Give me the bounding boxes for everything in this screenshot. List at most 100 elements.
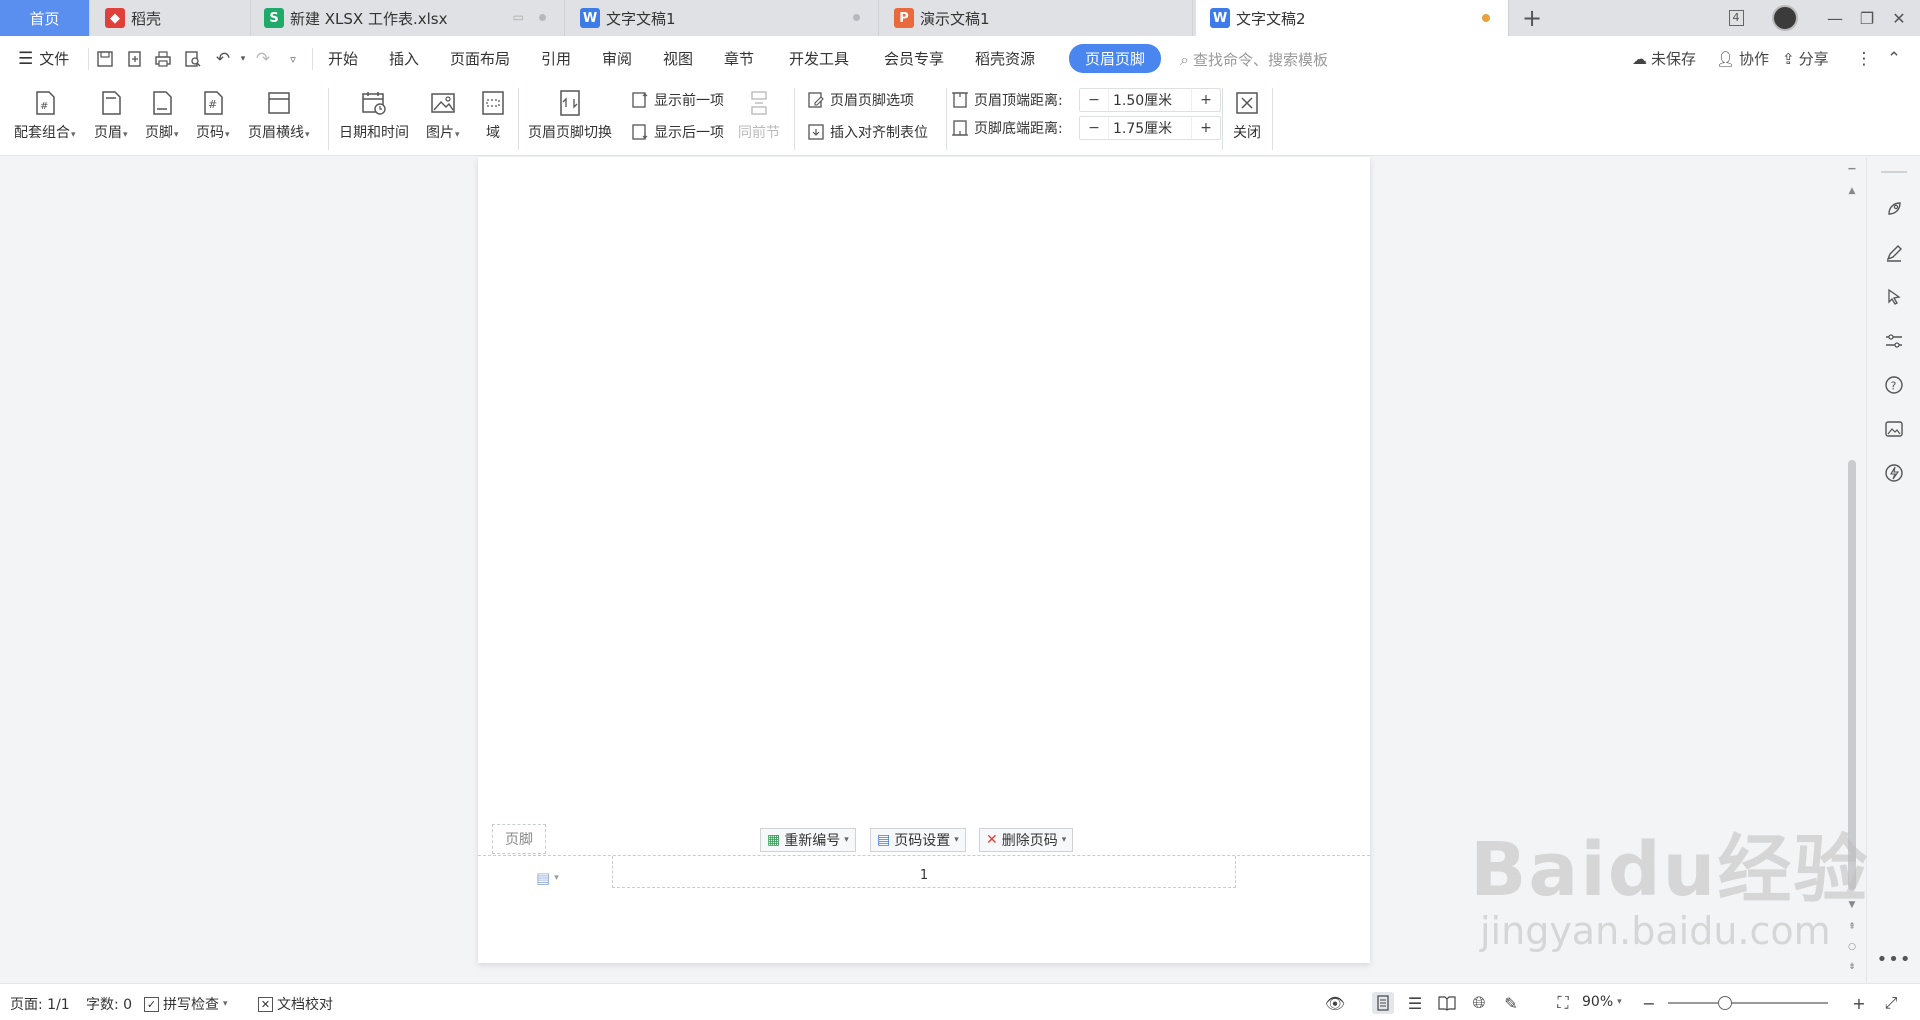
header-button[interactable]: 页眉▾ <box>94 88 128 142</box>
header-top-distance-input[interactable]: 1.50厘米 <box>1108 89 1192 111</box>
undo-dropdown-icon[interactable]: ▾ <box>232 48 254 70</box>
word-count[interactable]: 字数: 0 <box>86 994 132 1014</box>
picture-button[interactable]: 图片▾ <box>426 88 460 142</box>
reading-view-icon[interactable] <box>1436 992 1458 1014</box>
footer-button[interactable]: 页脚▾ <box>145 88 179 142</box>
scroll-up-icon[interactable]: ▲ <box>1845 186 1859 196</box>
document-page[interactable]: 页脚 ▦ 重新编号 ▾ ▤ 页码设置 ▾ ✕ 删除页码 ▾ ▤ ▾ 1 <box>478 157 1370 963</box>
restore-button[interactable]: ❐ <box>1852 0 1882 36</box>
tab-writer-1[interactable]: W 文字文稿1 <box>566 0 879 36</box>
tab-writer-2[interactable]: W 文字文稿2 <box>1196 0 1509 36</box>
document-proofread-button[interactable]: ✕ 文档校对 <box>258 994 333 1014</box>
spell-check-button[interactable]: ✓ 拼写检查 ▾ <box>144 994 228 1014</box>
combo-button[interactable]: # 配套组合▾ <box>14 88 76 142</box>
save-icon[interactable] <box>94 48 116 70</box>
menu-insert[interactable]: 插入 <box>389 48 419 69</box>
print-preview-icon[interactable] <box>182 48 204 70</box>
zoom-slider[interactable] <box>1668 996 1828 1010</box>
more-icon[interactable]: ⋮ <box>1853 48 1875 70</box>
close-window-button[interactable]: ✕ <box>1884 0 1914 36</box>
footer-bottom-distance-input[interactable]: 1.75厘米 <box>1108 117 1192 139</box>
decrease-button[interactable]: − <box>1080 89 1108 111</box>
more-options-icon[interactable]: ••• <box>1877 947 1911 971</box>
page-number-frame[interactable]: 1 <box>612 856 1236 888</box>
header-footer-options-button[interactable]: 页眉页脚选项 <box>806 90 914 110</box>
rocket-icon[interactable] <box>1882 197 1906 221</box>
page-indicator[interactable]: 页面: 1/1 <box>10 994 70 1014</box>
scroll-top-icon[interactable]: ▁ <box>1845 160 1859 170</box>
datetime-label: 日期和时间 <box>339 125 409 141</box>
chevron-down-icon: ▾ <box>1617 997 1622 1007</box>
close-header-footer-button[interactable]: 关闭 <box>1232 88 1262 142</box>
tab-home[interactable]: 首页 <box>0 0 90 36</box>
help-icon[interactable]: ? <box>1882 373 1906 397</box>
web-view-icon[interactable]: 🌐︎ <box>1468 992 1490 1014</box>
menu-header-footer[interactable]: 页眉页脚 <box>1069 44 1162 73</box>
show-next-button[interactable]: 显示后一项 <box>630 122 724 142</box>
field-button[interactable]: 域 <box>478 88 508 142</box>
menu-references[interactable]: 引用 <box>541 48 571 69</box>
menu-view[interactable]: 视图 <box>663 48 693 69</box>
tab-xlsx[interactable]: S 新建 XLSX 工作表.xlsx ▭ <box>252 0 565 36</box>
menu-home[interactable]: 开始 <box>328 48 358 69</box>
unsaved-button[interactable]: ☁ 未保存 <box>1632 48 1696 69</box>
show-previous-button[interactable]: 显示前一项 <box>630 90 724 110</box>
write-mode-icon[interactable]: ✎ <box>1500 992 1522 1014</box>
eye-protection-icon[interactable]: 👁︎ <box>1324 992 1346 1014</box>
menu-docer-resources[interactable]: 稻壳资源 <box>975 48 1035 69</box>
datetime-button[interactable]: 日期和时间 <box>339 88 409 142</box>
zoom-slider-knob[interactable] <box>1717 996 1732 1010</box>
collapse-ribbon-icon[interactable]: ⌃ <box>1883 48 1905 70</box>
decrease-button[interactable]: − <box>1080 117 1108 139</box>
zoom-in-button[interactable]: + <box>1848 992 1870 1014</box>
delete-icon: ✕ <box>986 832 998 848</box>
window-count-button[interactable]: 4 <box>1722 0 1750 36</box>
increase-button[interactable]: + <box>1192 117 1220 139</box>
menu-page-layout[interactable]: 页面布局 <box>450 48 510 69</box>
header-line-button[interactable]: 页眉横线▾ <box>248 88 310 142</box>
new-tab-button[interactable]: + <box>1518 4 1546 32</box>
file-menu[interactable]: ☰ 文件 <box>18 48 69 69</box>
minimize-button[interactable]: — <box>1820 0 1850 36</box>
avatar[interactable] <box>1770 0 1800 36</box>
insert-tab-stop-button[interactable]: 插入对齐制表位 <box>806 122 928 142</box>
redo-icon[interactable]: ↷ <box>252 48 274 70</box>
delete-page-number-button[interactable]: ✕ 删除页码 ▾ <box>979 828 1074 852</box>
zoom-out-button[interactable]: − <box>1638 992 1660 1014</box>
increase-button[interactable]: + <box>1192 89 1220 111</box>
cursor-icon[interactable] <box>1882 285 1906 309</box>
next-page-icon[interactable]: ⇟ <box>1845 962 1859 972</box>
same-as-previous-button[interactable]: 同前节 <box>738 88 780 142</box>
menu-developer[interactable]: 开发工具 <box>789 48 849 69</box>
page-number-settings-button[interactable]: ▤ 页码设置 ▾ <box>870 828 966 852</box>
header-distance-icon <box>950 90 970 110</box>
paste-options-button[interactable]: ▤ ▾ <box>536 869 559 887</box>
header-footer-switch-button[interactable]: 页眉页脚切换 <box>528 88 612 142</box>
fit-page-icon[interactable]: ⛶ <box>1552 992 1574 1014</box>
fullscreen-icon[interactable]: ⤢ <box>1880 992 1902 1014</box>
menu-review[interactable]: 审阅 <box>602 48 632 69</box>
collaborate-button[interactable]: 👤︎ 协作 <box>1716 48 1769 69</box>
renumber-button[interactable]: ▦ 重新编号 ▾ <box>760 828 856 852</box>
menu-member[interactable]: 会员专享 <box>884 48 944 69</box>
output-icon[interactable] <box>124 48 146 70</box>
image-settings-icon[interactable] <box>1882 417 1906 441</box>
pen-icon[interactable] <box>1882 241 1906 265</box>
outline-view-icon[interactable]: ☰ <box>1404 992 1426 1014</box>
switch-label: 页眉页脚切换 <box>528 125 612 141</box>
share-button[interactable]: ⇪ 分享 <box>1782 48 1829 69</box>
command-search[interactable]: ⌕ 查找命令、搜索模板 <box>1180 49 1328 70</box>
tab-docer[interactable]: ◆ 稻壳 <box>91 0 251 36</box>
sliders-icon[interactable] <box>1882 329 1906 353</box>
tab-presentation[interactable]: P 演示文稿1 <box>880 0 1193 36</box>
undo-icon[interactable]: ↶ <box>212 48 234 70</box>
lightning-icon[interactable] <box>1882 461 1906 485</box>
menu-chapter[interactable]: 章节 <box>724 48 754 69</box>
zoom-level-dropdown[interactable]: 90% ▾ <box>1582 994 1622 1010</box>
page-view-icon[interactable] <box>1372 992 1394 1014</box>
unsaved-label: 未保存 <box>1651 50 1697 68</box>
page-number-button[interactable]: # 页码▾ <box>196 88 230 142</box>
print-icon[interactable] <box>152 48 174 70</box>
search-icon: ⌕ <box>1180 49 1189 69</box>
customize-quick-access-icon[interactable]: ▿ <box>282 48 304 70</box>
